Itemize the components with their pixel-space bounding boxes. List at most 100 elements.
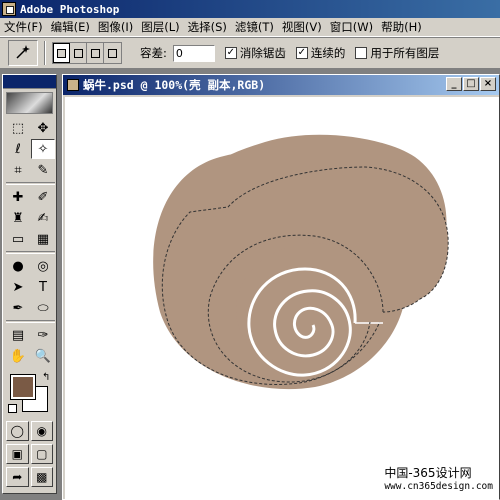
minimize-button[interactable]: _ xyxy=(446,77,462,91)
watermark: 中国-365设计网 www.cn365design.com xyxy=(384,467,493,493)
extra-tool-button[interactable]: ▩ xyxy=(30,467,53,487)
path-select-tool[interactable]: ➤ xyxy=(6,277,30,297)
tool-separator xyxy=(6,182,55,185)
lasso-tool[interactable]: ℓ xyxy=(6,139,30,159)
eraser-icon: ▭ xyxy=(11,231,25,247)
menu-select[interactable]: 选择(S) xyxy=(184,19,231,35)
photoshop-logo[interactable] xyxy=(6,92,53,114)
tolerance-label: 容差: xyxy=(140,46,167,60)
gradient-icon: ▦ xyxy=(36,231,50,247)
slice-icon: ✎ xyxy=(37,162,49,178)
menu-window[interactable]: 窗口(W) xyxy=(326,19,377,35)
maximize-button[interactable]: □ xyxy=(463,77,479,91)
watermark-site-name: 中国-365设计网 xyxy=(384,466,472,480)
history-brush-tool[interactable]: ✍ xyxy=(31,208,55,228)
full-screen-button[interactable]: ▢ xyxy=(30,444,53,464)
eraser-tool[interactable]: ▭ xyxy=(6,229,30,249)
standard-screen-icon: ▣ xyxy=(11,447,23,461)
imageready-icon: ➦ xyxy=(12,470,23,484)
default-colors-icon[interactable] xyxy=(8,404,17,413)
snail-shell-artwork xyxy=(153,134,449,390)
all-layers-option[interactable]: 用于所有图层 xyxy=(355,45,439,61)
hand-tool[interactable]: ✋ xyxy=(6,346,30,366)
ellipse-shape-tool[interactable]: ⬭ xyxy=(31,298,55,318)
add-selection-icon xyxy=(73,48,83,58)
antialias-checkbox[interactable]: ✓ xyxy=(224,47,237,59)
eyedropper-tool[interactable]: ✑ xyxy=(31,325,55,345)
subtract-selection-button[interactable] xyxy=(87,43,104,63)
tools-grid: ⬚ ✥ ℓ ✧ ⌗ ✎ ✚ ✐ ♜ ✍ ▭ ▦ ● ◎ ➤ T ✒ ⬭ ▤ ✑ ✋ 🔍 xyxy=(3,114,56,370)
magic-wand-icon: ✧ xyxy=(37,141,49,157)
app-title: Adobe Photoshop xyxy=(20,2,120,16)
contiguous-option[interactable]: ✓ 连续的 xyxy=(295,45,346,61)
jump-to-imageready-button[interactable]: ➦ xyxy=(6,467,29,487)
document-icon xyxy=(67,79,79,91)
move-tool[interactable]: ✥ xyxy=(31,118,55,138)
toolbox-title-bar[interactable] xyxy=(3,75,56,89)
magic-wand-icon xyxy=(14,43,32,64)
zoom-tool[interactable]: 🔍 xyxy=(31,346,55,366)
add-selection-button[interactable] xyxy=(70,43,87,63)
lasso-icon: ℓ xyxy=(15,141,21,157)
type-tool[interactable]: T xyxy=(31,277,55,297)
menu-filter[interactable]: 滤镜(T) xyxy=(231,19,278,35)
slice-tool[interactable]: ✎ xyxy=(31,160,55,180)
tool-preset-picker[interactable] xyxy=(8,40,38,66)
close-button[interactable]: × xyxy=(480,77,496,91)
brush-icon: ✐ xyxy=(37,189,49,205)
menu-image[interactable]: 图像(I) xyxy=(94,19,137,35)
screen-mode-row: ▣ ▢ xyxy=(6,444,53,464)
all-layers-label: 用于所有图层 xyxy=(370,46,440,60)
history-brush-icon: ✍ xyxy=(37,210,49,226)
quick-mask-icon: ◉ xyxy=(36,424,47,438)
intersect-selection-button[interactable] xyxy=(104,43,121,63)
contiguous-checkbox[interactable]: ✓ xyxy=(295,47,308,59)
menu-layer[interactable]: 图层(L) xyxy=(137,19,183,35)
menu-edit[interactable]: 编辑(E) xyxy=(47,19,94,35)
notes-icon: ▤ xyxy=(11,327,25,343)
healing-brush-tool[interactable]: ✚ xyxy=(6,187,30,207)
antialias-label: 消除锯齿 xyxy=(239,46,286,60)
zoom-icon: 🔍 xyxy=(34,348,52,364)
type-icon: T xyxy=(39,279,47,295)
standard-screen-button[interactable]: ▣ xyxy=(6,444,29,464)
contiguous-label: 连续的 xyxy=(310,46,346,60)
foreground-color-swatch[interactable] xyxy=(10,374,36,400)
document-title-bar[interactable]: 蜗牛.psd @ 100%(壳 副本,RGB) _ □ × xyxy=(63,75,499,95)
menu-view[interactable]: 视图(V) xyxy=(278,19,326,35)
brush-tool[interactable]: ✐ xyxy=(31,187,55,207)
swap-colors-icon[interactable]: ↰ xyxy=(42,372,50,383)
crop-tool[interactable]: ⌗ xyxy=(6,160,30,180)
pen-tool[interactable]: ✒ xyxy=(6,298,30,318)
app-title-bar: Adobe Photoshop xyxy=(0,0,500,18)
menu-bar: 文件(F) 编辑(E) 图像(I) 图层(L) 选择(S) 滤镜(T) 视图(V… xyxy=(0,18,500,37)
new-selection-icon xyxy=(57,48,66,58)
tool-separator xyxy=(6,251,55,254)
antialias-option[interactable]: ✓ 消除锯齿 xyxy=(224,45,286,61)
notes-tool[interactable]: ▤ xyxy=(6,325,30,345)
quick-mask-button[interactable]: ◉ xyxy=(30,421,53,441)
hand-icon: ✋ xyxy=(9,348,27,364)
standard-mode-button[interactable]: ◯ xyxy=(6,421,29,441)
clone-stamp-tool[interactable]: ♜ xyxy=(6,208,30,228)
menu-file[interactable]: 文件(F) xyxy=(0,19,47,35)
menu-help[interactable]: 帮助(H) xyxy=(377,19,426,35)
magic-wand-tool[interactable]: ✧ xyxy=(31,139,55,159)
path-select-icon: ➤ xyxy=(12,279,24,295)
image-canvas[interactable]: 中国-365设计网 www.cn365design.com xyxy=(65,97,499,500)
full-screen-icon: ▢ xyxy=(36,447,48,461)
pen-icon: ✒ xyxy=(12,300,24,316)
dodge-tool[interactable]: ◎ xyxy=(31,256,55,276)
all-layers-checkbox[interactable] xyxy=(355,47,368,59)
new-selection-button[interactable] xyxy=(53,43,70,63)
marquee-icon: ⬚ xyxy=(11,120,25,136)
watermark-url: www.cn365design.com xyxy=(384,481,493,492)
document-title: 蜗牛.psd @ 100%(壳 副本,RGB) xyxy=(83,78,266,92)
blur-icon: ● xyxy=(12,258,24,274)
marquee-tool[interactable]: ⬚ xyxy=(6,118,30,138)
crop-icon: ⌗ xyxy=(14,162,22,178)
gradient-tool[interactable]: ▦ xyxy=(31,229,55,249)
tolerance-input[interactable]: 0 xyxy=(172,44,215,62)
dodge-icon: ◎ xyxy=(37,258,49,274)
blur-tool[interactable]: ● xyxy=(6,256,30,276)
